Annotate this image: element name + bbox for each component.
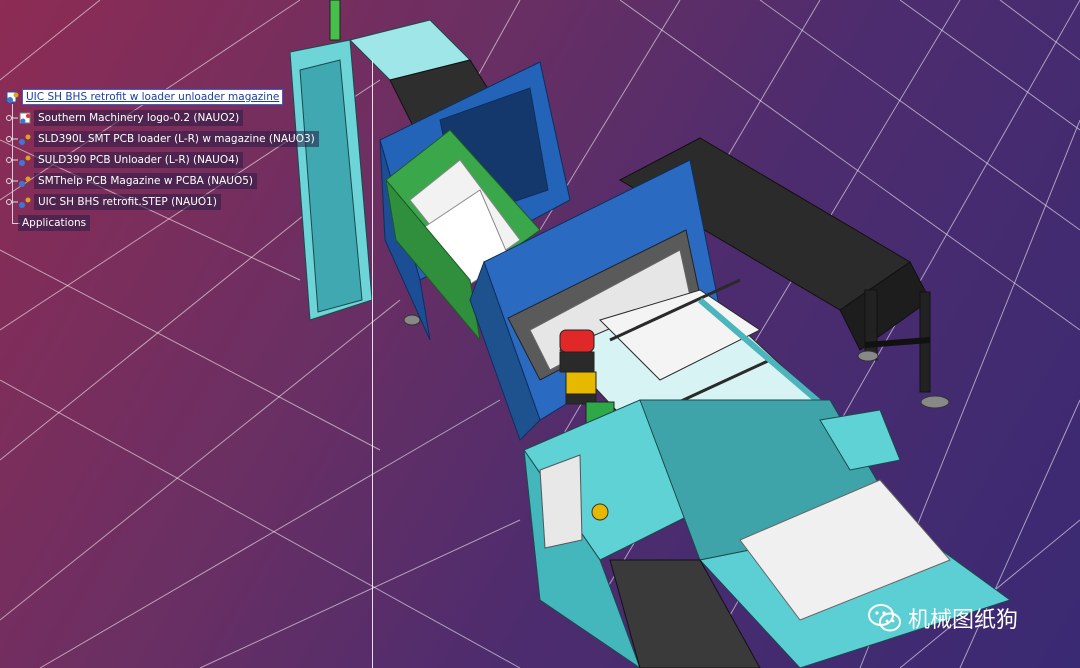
tree-item-unloader[interactable]: SULD390 PCB Unloader (L-R) (NAUO4): [4, 151, 243, 169]
tree-item-logo[interactable]: Southern Machinery logo-0.2 (NAUO2): [4, 109, 244, 127]
tree-item-label[interactable]: SMThelp PCB Magazine w PCBA (NAUO5): [34, 173, 258, 189]
product-icon: [18, 132, 32, 146]
product-icon: [18, 174, 32, 188]
product-icon: [6, 90, 20, 104]
tree-root-row[interactable]: UIC SH BHS retrofit w loader unloader ma…: [6, 88, 284, 106]
expand-toggle-icon[interactable]: [4, 174, 18, 188]
tree-item-applications[interactable]: Applications: [18, 214, 91, 232]
expand-toggle-icon[interactable]: [4, 195, 18, 209]
selection-guide-line: [372, 60, 373, 668]
tree-item-label[interactable]: SLD390L SMT PCB loader (L-R) w magazine …: [34, 131, 319, 147]
tree-item-label[interactable]: Southern Machinery logo-0.2 (NAUO2): [34, 110, 244, 126]
expand-toggle-icon[interactable]: [4, 153, 18, 167]
applications-label[interactable]: Applications: [18, 215, 91, 231]
part-icon: [18, 111, 32, 125]
tree-item-label[interactable]: SULD390 PCB Unloader (L-R) (NAUO4): [34, 152, 243, 168]
product-icon: [18, 195, 32, 209]
wechat-icon: [868, 603, 902, 633]
tree-item-label[interactable]: UIC SH BHS retrofit.STEP (NAUO1): [34, 194, 221, 210]
tree-item-loader[interactable]: SLD390L SMT PCB loader (L-R) w magazine …: [4, 130, 319, 148]
expand-toggle-icon[interactable]: [4, 132, 18, 146]
tree-item-magazine[interactable]: SMThelp PCB Magazine w PCBA (NAUO5): [4, 172, 258, 190]
product-icon: [18, 153, 32, 167]
watermark-text: 机械图纸狗: [908, 608, 1019, 633]
tree-item-step[interactable]: UIC SH BHS retrofit.STEP (NAUO1): [4, 193, 221, 211]
expand-toggle-icon[interactable]: [4, 111, 18, 125]
tree-root-label[interactable]: UIC SH BHS retrofit w loader unloader ma…: [22, 89, 284, 105]
watermark: 机械图纸狗: [868, 602, 1018, 634]
